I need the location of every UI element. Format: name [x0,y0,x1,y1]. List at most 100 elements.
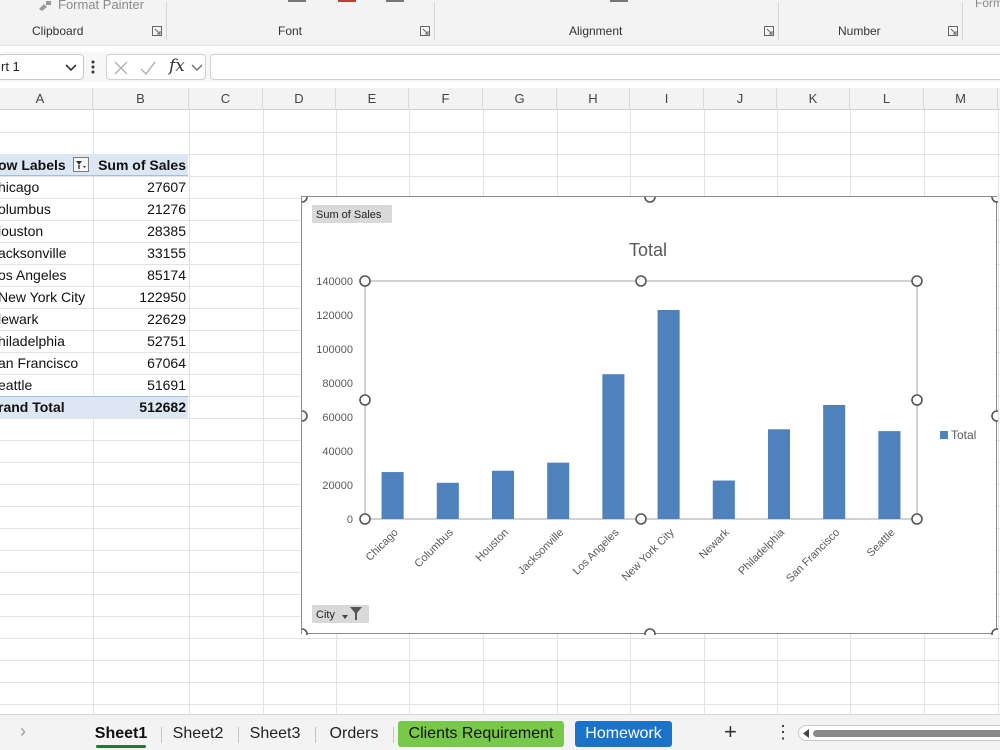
sheet-options-button[interactable]: ⋮ [774,722,792,743]
column-header-h[interactable]: H [557,88,630,110]
column-header-f[interactable]: F [409,88,483,110]
font-group-label: Font [278,24,303,38]
tab-sheet3[interactable]: Sheet3 [243,721,307,747]
ribbon-separator [778,2,779,40]
pivot-row-value[interactable]: 52751 [94,330,186,352]
name-box[interactable]: rt 1 [0,54,84,80]
font-color-stub[interactable] [338,0,356,2]
scroll-tabs-right-button[interactable]: › [20,721,26,742]
bar [381,472,404,519]
paintbrush-icon [39,0,51,11]
dialog-launcher-icon[interactable] [948,26,958,36]
pivot-row-value[interactable]: 33155 [94,242,186,264]
pivot-row-value[interactable]: 21276 [94,198,186,220]
scrollbar-thumb[interactable] [813,730,1000,737]
resize-handle [635,513,647,525]
column-header-g[interactable]: G [483,88,557,110]
dialog-launcher-icon[interactable] [764,26,774,36]
y-tick-label: 140000 [316,276,353,288]
bar [436,482,459,519]
grand-total-value[interactable]: 512682 [94,396,186,418]
chevron-down-icon[interactable] [191,61,203,75]
add-sheet-button[interactable]: + [724,719,737,745]
y-tick-label: 20000 [322,480,353,492]
tab-sheet2[interactable]: Sheet2 [166,721,230,747]
column-header-j[interactable]: J [704,88,777,110]
y-tick-label: 40000 [322,446,353,458]
resize-handle [302,628,308,635]
font-fill-stub[interactable] [386,0,404,2]
tab-separator [238,727,239,743]
dialog-launcher-icon[interactable] [420,26,430,36]
x-tick-label: Los Angeles [571,526,622,577]
legend-swatch [940,431,948,439]
cancel-icon[interactable] [113,60,129,76]
pivot-row-value[interactable]: 27607 [94,176,186,198]
pivot-row-label[interactable]: hiladelphia [0,330,90,352]
pivot-row-value[interactable]: 122950 [94,286,186,308]
pivot-row-label[interactable]: eattle [0,374,90,396]
format-painter-button[interactable]: Format Painter [38,0,144,12]
column-header-b[interactable]: B [93,88,189,110]
resize-handle [911,275,923,287]
filter-dropdown-icon [76,161,86,169]
chevron-down-icon[interactable] [65,58,77,76]
column-header-m[interactable]: M [924,88,998,110]
bar [823,404,846,519]
pivot-row-label[interactable]: louston [0,220,90,242]
pivot-row-value[interactable]: 28385 [94,220,186,242]
bar [767,429,791,519]
pivot-row-label[interactable]: lewark [0,308,90,330]
ribbon-separator [962,2,963,40]
horizontal-scrollbar[interactable] [798,725,1000,741]
column-header-e[interactable]: E [336,88,409,110]
pivot-row-value[interactable]: 67064 [94,352,186,374]
pivot-row-value[interactable]: 85174 [94,264,186,286]
tab-clients-requirement[interactable]: Clients Requirement [398,721,564,747]
pivot-row-label[interactable]: acksonville [0,242,90,264]
row-filter-button[interactable] [73,157,89,172]
font-control-stub[interactable] [288,0,306,2]
enter-check-icon[interactable] [139,60,157,76]
insert-function-button[interactable]: fx [169,56,185,76]
dialog-launcher-icon[interactable] [152,26,162,36]
column-header-l[interactable]: L [850,88,924,110]
resize-handle [991,628,998,635]
pivot-row-value[interactable]: 22629 [94,308,186,330]
column-header-d[interactable]: D [263,88,336,110]
grand-total-label[interactable]: rand Total [0,396,90,418]
x-tick-label: Columbus [412,526,456,570]
tab-separator [161,727,162,743]
pivot-row-label[interactable]: olumbus [0,198,90,220]
pivot-chart[interactable]: Sum of Sales Total 0 20000 40000 60000 80000 10… [301,196,998,635]
resize-handle [359,513,371,525]
column-header-i[interactable]: I [630,88,704,110]
sum-of-sales-field-label: Sum of Sales [316,209,382,221]
more-options-icon[interactable] [91,60,95,74]
alignment-group-label: Alignment [569,24,623,38]
pivot-row-value[interactable]: 51691 [94,374,186,396]
column-header-k[interactable]: K [777,88,850,110]
y-tick-label: 120000 [316,310,353,322]
grid-column-line [263,110,264,714]
sum-of-sales-header[interactable]: Sum of Sales [94,154,186,176]
alignment-control-stub[interactable] [610,0,628,2]
pivot-row-label[interactable]: an Francisco [0,352,90,374]
tab-sheet1[interactable]: Sheet1 [88,721,154,748]
row-labels-header[interactable]: ow Labels [0,154,70,176]
pivot-row-label[interactable]: New York City [0,286,90,308]
column-header-c[interactable]: C [189,88,263,110]
y-tick-label: 0 [347,514,353,526]
pivot-row-label[interactable]: hicago [0,176,90,198]
grid-column-line [998,110,999,714]
tab-homework[interactable]: Homework [575,721,672,747]
pivot-row-label[interactable]: os Angeles [0,264,90,286]
column-header-a[interactable]: A [0,88,93,110]
resize-handle [644,197,656,203]
bar [547,462,570,519]
tab-orders[interactable]: Orders [320,721,388,747]
y-tick-label: 60000 [322,412,353,424]
scroll-left-icon[interactable] [802,729,810,738]
formula-input[interactable] [210,54,1000,80]
resize-handle [991,197,998,203]
